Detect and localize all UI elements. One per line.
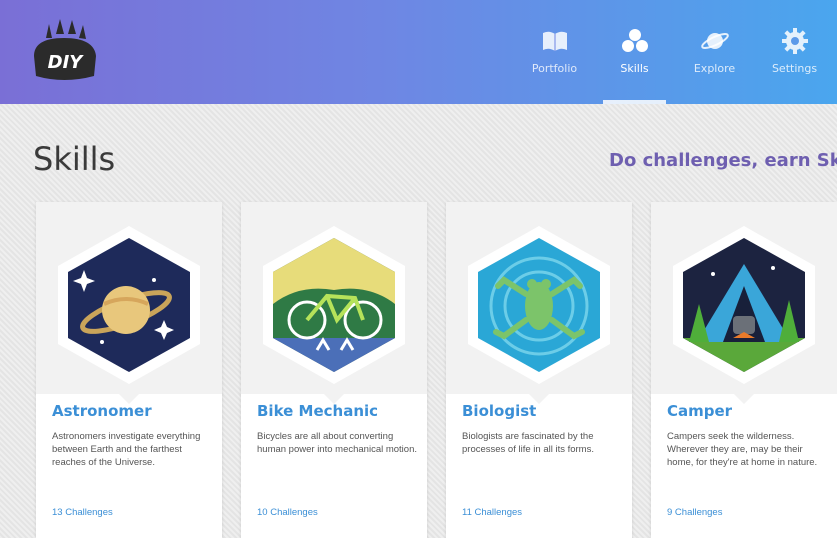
bear-paw-logo-icon: DIY xyxy=(34,19,96,80)
card-badge-area xyxy=(241,202,427,404)
bike-badge-icon xyxy=(263,226,405,384)
card-description: Astronomers investigate everything betwe… xyxy=(52,431,201,468)
skill-card-biologist[interactable]: Biologist Biologists are fascinated by t… xyxy=(446,202,632,538)
card-title[interactable]: Camper xyxy=(667,402,732,420)
skills-icon xyxy=(621,29,648,52)
card-badge-area xyxy=(446,202,632,404)
skill-card-bike-mechanic[interactable]: Bike Mechanic Bicycles are all about con… xyxy=(241,202,427,538)
planet-icon xyxy=(700,33,729,49)
astronomer-badge-icon xyxy=(58,226,200,384)
nav-explore-label: Explore xyxy=(693,62,736,75)
skill-card-camper[interactable]: Camper Campers seek the wilderness. Wher… xyxy=(651,202,837,538)
nav-skills-label: Skills xyxy=(620,62,649,75)
skill-card-astronomer[interactable]: Astronomer Astronomers investigate every… xyxy=(36,202,222,538)
card-description: Bicycles are all about converting human … xyxy=(257,431,418,455)
diy-logo[interactable]: DIY xyxy=(24,16,104,86)
nav-settings[interactable]: Settings xyxy=(757,0,832,104)
tent-badge-icon xyxy=(673,226,815,384)
card-challenges-link[interactable]: 13 Challenges xyxy=(52,507,113,518)
card-title[interactable]: Bike Mechanic xyxy=(257,402,378,420)
card-challenges-link[interactable]: 11 Challenges xyxy=(462,507,522,518)
book-icon xyxy=(542,31,567,51)
card-challenges-link[interactable]: 9 Challenges xyxy=(667,507,722,518)
card-title[interactable]: Astronomer xyxy=(52,402,152,420)
main-nav: Portfolio Skills Explore Settings xyxy=(517,0,837,104)
nav-portfolio[interactable]: Portfolio xyxy=(517,0,592,104)
nav-explore[interactable]: Explore xyxy=(677,0,752,104)
frog-badge-icon xyxy=(468,226,610,384)
card-badge-area xyxy=(651,202,837,404)
card-badge-area xyxy=(36,202,222,404)
top-navigation-bar: DIY Portfolio Skills Explore Settings xyxy=(0,0,837,104)
card-challenges-link[interactable]: 10 Challenges xyxy=(257,507,318,518)
nav-settings-label: Settings xyxy=(771,62,818,75)
logo-text: DIY xyxy=(48,52,85,73)
gear-icon xyxy=(781,28,808,54)
card-title[interactable]: Biologist xyxy=(462,402,536,420)
nav-skills[interactable]: Skills xyxy=(597,0,672,104)
page-title: Skills xyxy=(33,140,116,178)
page-tagline: Do challenges, earn Skills. xyxy=(609,150,837,171)
card-description: Campers seek the wilderness. Wherever th… xyxy=(667,431,818,468)
nav-portfolio-label: Portfolio xyxy=(531,62,578,75)
card-description: Biologists are fascinated by the process… xyxy=(462,431,594,455)
